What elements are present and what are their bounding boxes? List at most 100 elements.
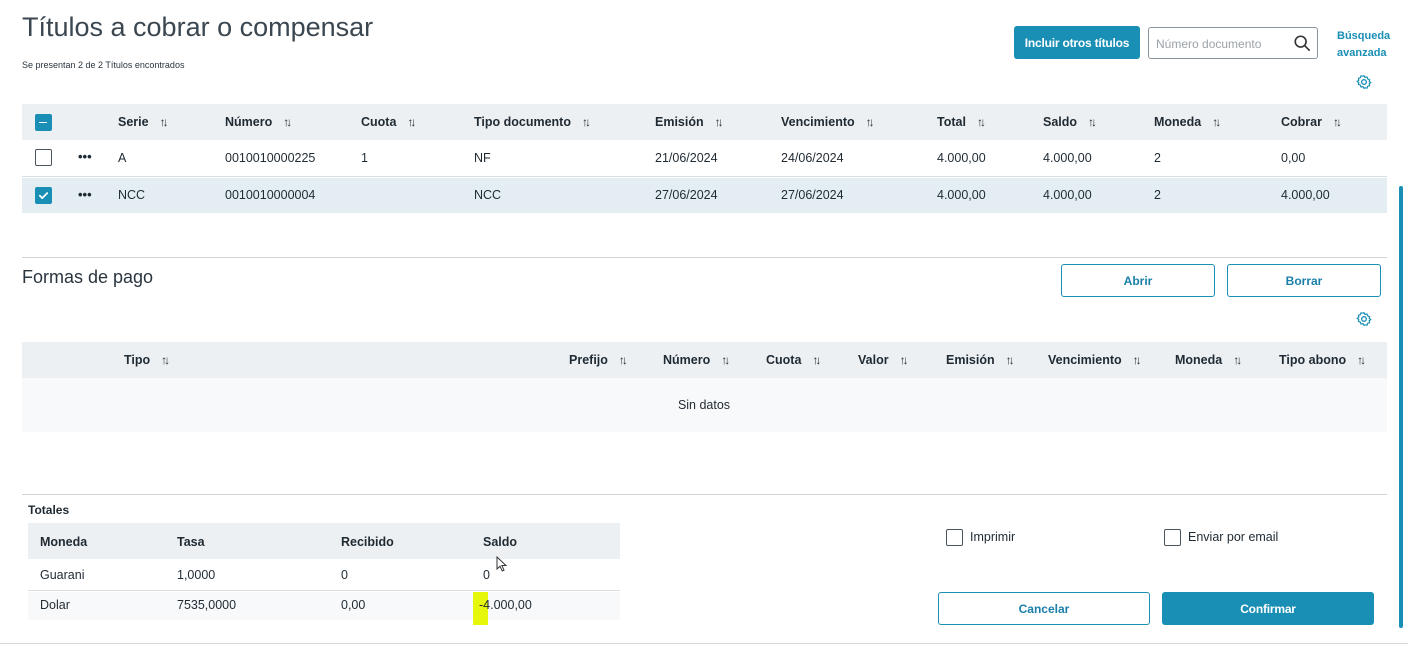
cell-total: 4.000,00 [937,151,986,165]
table-settings-gear-icon[interactable] [1356,74,1372,90]
results-count: Se presentan 2 de 2 Títulos encontrados [22,60,185,70]
col-prefijo[interactable]: Prefijo ↑↓ [569,353,628,367]
sort-icon[interactable]: ↑↓ [283,115,292,129]
search-box [1148,27,1318,59]
col-vencimiento[interactable]: Vencimiento ↑↓ [781,115,875,129]
cell-moneda: 2 [1154,188,1161,202]
bottom-border [0,643,1408,644]
scrollbar[interactable] [1399,186,1403,628]
sort-icon[interactable]: ↑↓ [161,353,170,367]
print-label[interactable]: Imprimir [970,530,1015,544]
cell-moneda: Dolar [40,598,70,612]
include-titles-button[interactable]: Incluir otros títulos [1014,26,1140,59]
cell-tasa: 7535,0000 [177,598,237,612]
col-numero[interactable]: Número ↑↓ [663,353,730,367]
cancel-button[interactable]: Cancelar [938,592,1150,625]
cell-serie: NCC [118,188,146,202]
col-saldo: Saldo [483,535,518,549]
cell-recibido: 0,00 [341,598,366,612]
col-saldo[interactable]: Saldo ↑↓ [1043,115,1097,129]
col-valor[interactable]: Valor ↑↓ [858,353,909,367]
row-checkbox[interactable] [35,149,52,166]
col-emision[interactable]: Emisión ↑↓ [655,115,724,129]
cell-cuota: 1 [361,151,368,165]
cell-tipo: NCC [474,188,502,202]
cell-tasa: 1,0000 [177,568,216,582]
empty-state-text: Sin datos [677,398,731,412]
email-label[interactable]: Enviar por email [1188,530,1278,544]
sort-icon[interactable]: ↑↓ [1233,353,1242,367]
print-checkbox[interactable] [946,529,963,546]
cell-saldo: 4.000,00 [1043,151,1092,165]
totals-title: Totales [28,503,70,517]
sort-icon[interactable]: ↑↓ [977,115,986,129]
col-cobrar[interactable]: Cobrar ↑↓ [1281,115,1342,129]
cell-numero: 0010010000225 [225,151,316,165]
row-actions-icon[interactable]: ••• [78,187,92,202]
sort-icon[interactable]: ↑↓ [900,353,909,367]
col-tipo-abono[interactable]: Tipo abono ↑↓ [1279,353,1366,367]
cell-serie: A [118,151,127,165]
col-cuota[interactable]: Cuota ↑↓ [361,115,416,129]
sort-icon[interactable]: ↑↓ [1133,353,1142,367]
email-checkbox[interactable] [1164,529,1181,546]
col-cuota[interactable]: Cuota ↑↓ [766,353,821,367]
search-icon[interactable] [1293,34,1311,52]
cell-moneda: 2 [1154,151,1161,165]
cell-emision: 27/06/2024 [655,188,718,202]
cell-tipo: NF [474,151,491,165]
sort-icon[interactable]: ↑↓ [812,353,821,367]
col-tipo-documento[interactable]: Tipo documento ↑↓ [474,115,591,129]
cell-cobrar[interactable]: 0,00 [1281,151,1305,165]
sort-icon[interactable]: ↑↓ [1212,115,1221,129]
open-button[interactable]: Abrir [1061,264,1215,297]
sort-icon[interactable]: ↑↓ [582,115,591,129]
sort-icon[interactable]: ↑↓ [407,115,416,129]
cell-numero: 0010010000004 [225,188,316,202]
page-title: Títulos a cobrar o compensar [22,12,374,42]
cell-vencimiento: 27/06/2024 [781,188,844,202]
col-moneda[interactable]: Moneda ↑↓ [1154,115,1221,129]
col-moneda[interactable]: Moneda ↑↓ [1175,353,1242,367]
cell-recibido: 0 [341,568,348,582]
sort-icon[interactable]: ↑↓ [721,353,730,367]
sort-icon[interactable]: ↑↓ [160,115,169,129]
payment-section-title: Formas de pago [22,267,154,287]
advanced-search-link[interactable]: Búsqueda avanzada [1337,28,1397,62]
sort-icon[interactable]: ↑↓ [1088,115,1097,129]
mouse-cursor-icon [496,556,508,572]
cell-cobrar[interactable]: 4.000,00 [1281,188,1330,202]
cell-total: 4.000,00 [937,188,986,202]
section-divider [22,257,1387,258]
col-numero[interactable]: Número ↑↓ [225,115,292,129]
col-emision[interactable]: Emisión ↑↓ [946,353,1015,367]
payment-settings-gear-icon[interactable] [1356,311,1372,327]
cell-saldo: 0 [483,568,490,582]
row-checkbox-checked[interactable] [35,187,52,204]
col-tasa: Tasa [177,535,205,549]
totals-table-header [28,523,620,559]
select-all-checkbox[interactable] [35,114,52,131]
col-tipo[interactable]: Tipo ↑↓ [124,353,170,367]
check-icon [38,192,49,199]
col-vencimiento[interactable]: Vencimiento ↑↓ [1048,353,1142,367]
col-moneda: Moneda [40,535,88,549]
cell-saldo: -4.000,00 [479,598,532,612]
col-serie[interactable]: Serie ↑↓ [118,115,169,129]
cell-emision: 21/06/2024 [655,151,718,165]
row-actions-icon[interactable]: ••• [78,149,92,164]
sort-icon[interactable]: ↑↓ [1006,353,1015,367]
col-total[interactable]: Total ↑↓ [937,115,986,129]
confirm-button[interactable]: Confirmar [1162,592,1374,625]
sort-icon[interactable]: ↑↓ [866,115,875,129]
sort-icon[interactable]: ↑↓ [1333,115,1342,129]
sort-icon[interactable]: ↑↓ [619,353,628,367]
sort-icon[interactable]: ↑↓ [1357,353,1366,367]
table-row [28,559,620,591]
delete-button[interactable]: Borrar [1227,264,1381,297]
cell-saldo: 4.000,00 [1043,188,1092,202]
document-number-input[interactable] [1156,35,1291,53]
cell-vencimiento: 24/06/2024 [781,151,844,165]
sort-icon[interactable]: ↑↓ [715,115,724,129]
section-divider [22,494,1387,495]
